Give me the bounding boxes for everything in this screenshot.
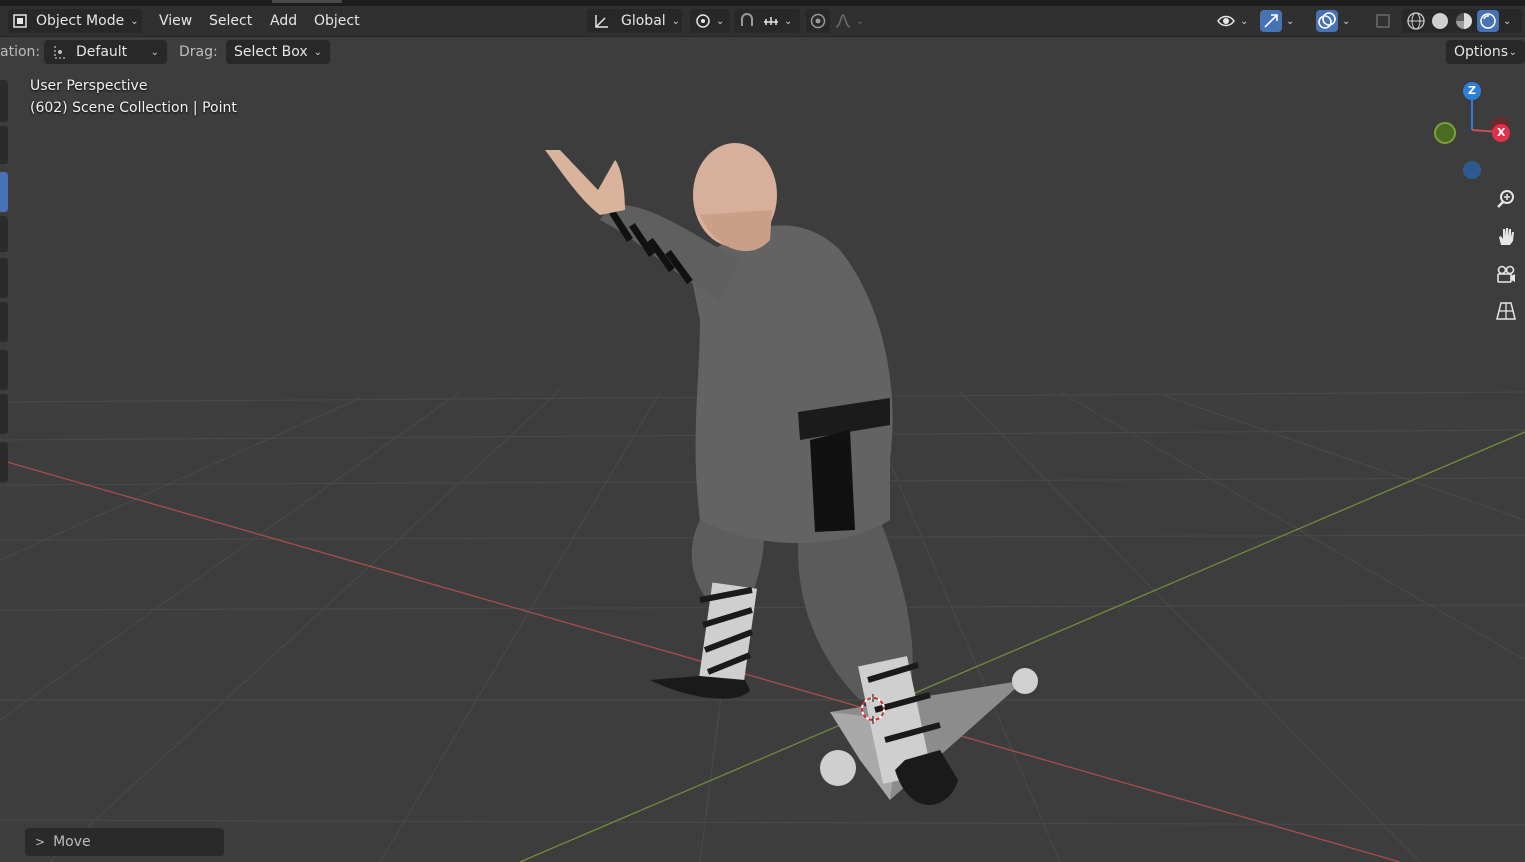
grid-perspective-icon (1495, 300, 1517, 322)
mode-label: Object Mode (36, 13, 125, 29)
menu-view[interactable]: View (159, 9, 192, 33)
chevron-down-icon: ⌄ (1286, 15, 1295, 27)
chevron-down-icon: ⌄ (1342, 15, 1351, 27)
solid-shading-icon[interactable] (1429, 10, 1451, 32)
chevron-down-icon: ⌄ (313, 46, 322, 58)
chevron-down-icon: ⌄ (130, 15, 139, 27)
object-mode-icon (12, 13, 28, 29)
menu-select[interactable]: Select (209, 9, 252, 33)
character-model[interactable] (0, 0, 1525, 862)
menu-add[interactable]: Add (270, 9, 297, 33)
zoom-button[interactable] (1490, 183, 1522, 215)
chevron-down-icon: ⌄ (150, 46, 159, 58)
material-shading-icon[interactable] (1453, 10, 1475, 32)
snap-icon (738, 12, 756, 30)
snap-toggle[interactable] (734, 9, 760, 33)
drag-label: Drag: (179, 44, 218, 60)
pan-button[interactable] (1490, 220, 1522, 252)
drag-value: Select Box (234, 44, 308, 60)
transform-orientation-icon (52, 44, 68, 60)
shading-mode-group: ⌄ (1402, 9, 1522, 33)
operator-label: Move (53, 834, 91, 850)
overlay-toggle[interactable]: ⌄ (1316, 9, 1362, 33)
xray-icon (1375, 13, 1391, 29)
navigation-gizmo[interactable]: Z X (1428, 80, 1518, 180)
transform-orientation-label: Global (621, 13, 666, 29)
last-operator-panel[interactable]: > Move (25, 828, 224, 856)
toolbar-select-tool[interactable] (0, 80, 8, 122)
gizmo-z-label: Z (1468, 84, 1476, 97)
collection-info: (602) Scene Collection | Point (30, 100, 237, 116)
chevron-down-icon: ⌄ (716, 15, 725, 27)
toolbar-transform-tool[interactable] (0, 302, 8, 342)
menu-object[interactable]: Object (314, 9, 360, 33)
proportional-edit-toggle[interactable] (806, 9, 830, 33)
toolbar-scale-tool[interactable] (0, 258, 8, 298)
orientation-dropdown[interactable]: Default ⌄ (44, 40, 167, 64)
transform-orientation-icon (593, 12, 611, 30)
visibility-icon (1216, 12, 1236, 30)
chevron-down-icon: ⌄ (784, 15, 793, 27)
chevron-down-icon[interactable]: ⌄ (1503, 16, 1511, 27)
toolbar-move-tool[interactable] (0, 172, 8, 212)
perspective-toggle-button[interactable] (1490, 295, 1522, 327)
toolbar-rotate-tool[interactable] (0, 216, 8, 252)
transform-orientation-dropdown[interactable]: Global ⌄ (587, 9, 682, 33)
proportional-edit-icon (810, 13, 826, 29)
snap-target-dropdown[interactable]: ⌄ (760, 9, 800, 33)
pivot-point-dropdown[interactable]: ⌄ (690, 9, 730, 33)
chevron-down-icon: ⌄ (1240, 15, 1249, 27)
gizmo-x-label: X (1497, 126, 1506, 139)
overlay-icon (1316, 10, 1338, 32)
3d-viewport[interactable] (0, 0, 1525, 862)
view-name: User Perspective (30, 78, 148, 94)
toolbar-cursor-tool[interactable] (0, 126, 8, 164)
camera-view-button[interactable] (1490, 258, 1522, 290)
3d-cursor-icon (861, 694, 885, 724)
drag-dropdown[interactable]: Select Box ⌄ (226, 40, 330, 64)
options-dropdown[interactable]: Options ⌄ (1446, 40, 1525, 64)
pivot-icon (694, 12, 712, 30)
orientation-value: Default (76, 44, 128, 60)
chevron-down-icon: ⌄ (856, 15, 865, 27)
options-label: Options (1454, 44, 1509, 60)
camera-view-icon (1495, 263, 1517, 285)
mode-selector[interactable]: Object Mode ⌄ (8, 9, 142, 33)
snap-target-icon (762, 12, 780, 30)
gizmo-toggle[interactable]: ⌄ (1260, 9, 1306, 33)
tool-settings-bar: ation: Default ⌄ Drag: Select Box ⌄ Opti… (0, 38, 1525, 68)
toolbar-add-cube-tool[interactable] (0, 442, 8, 482)
gizmo-icon (1260, 10, 1282, 32)
chevron-down-icon: ⌄ (671, 15, 681, 27)
wireframe-shading-icon[interactable] (1405, 10, 1427, 32)
falloff-dropdown[interactable]: ⌄ (834, 9, 870, 33)
toolbar-measure-tool[interactable] (0, 394, 8, 434)
toolbar-annotate-tool[interactable] (0, 350, 8, 390)
hand-pan-icon (1495, 225, 1517, 247)
chevron-down-icon: ⌄ (1508, 46, 1517, 58)
xray-toggle[interactable] (1372, 9, 1394, 33)
chevron-right-icon: > (35, 835, 46, 849)
falloff-icon (834, 12, 852, 30)
zoom-icon (1495, 188, 1517, 210)
orientation-label: ation: (0, 44, 41, 60)
visibility-dropdown[interactable]: ⌄ (1212, 9, 1254, 33)
rendered-shading-icon[interactable] (1477, 10, 1499, 32)
viewport-header: Object Mode ⌄ View Select Add Object Glo… (0, 6, 1525, 37)
